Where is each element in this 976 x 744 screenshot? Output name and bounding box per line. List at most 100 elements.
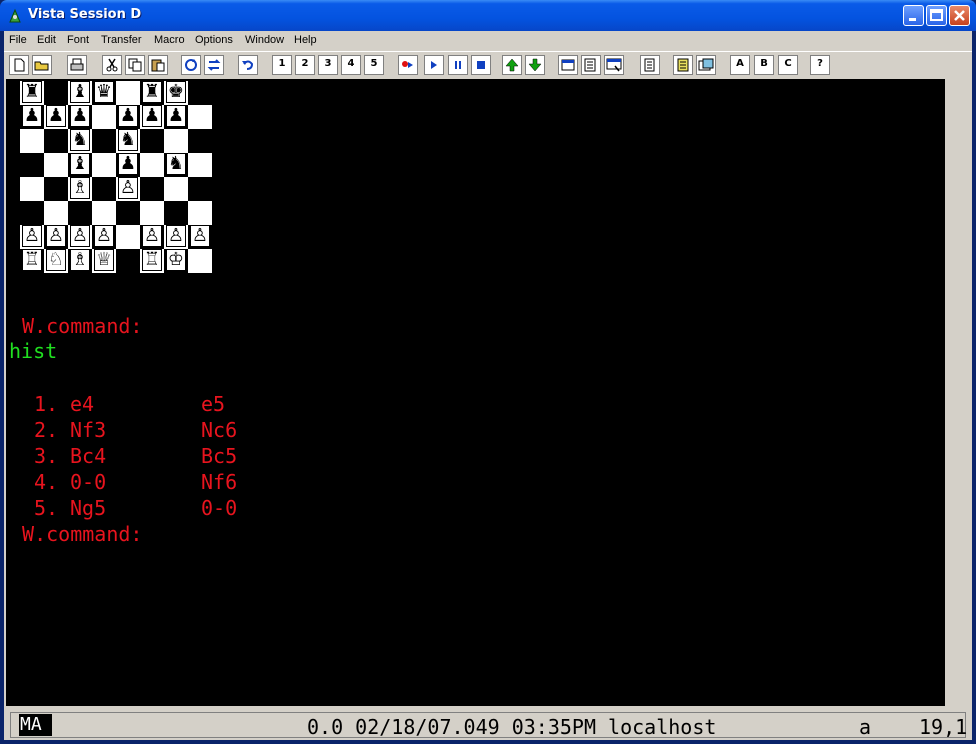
key-b-button[interactable]: B xyxy=(754,55,774,75)
board-square: ♖ xyxy=(140,249,164,273)
board-square: ♞ xyxy=(68,129,92,153)
open-folder-icon xyxy=(34,61,49,71)
chess-piece: ♙ xyxy=(190,225,210,247)
chess-piece: ♟ xyxy=(22,105,42,127)
board-square xyxy=(164,201,188,225)
menu-window[interactable]: Window xyxy=(245,34,284,46)
chess-piece: ♜ xyxy=(22,81,42,103)
copy-button[interactable] xyxy=(125,55,145,75)
notes-button[interactable] xyxy=(673,55,693,75)
board-square xyxy=(44,177,68,201)
board-square xyxy=(20,129,44,153)
board-square: ♞ xyxy=(164,153,188,177)
minimize-button[interactable] xyxy=(903,5,924,26)
board-square: ♚ xyxy=(164,81,188,105)
key-a-button[interactable]: A xyxy=(730,55,750,75)
scroll-up-button[interactable] xyxy=(502,55,522,75)
board-square xyxy=(44,201,68,225)
capture-button[interactable] xyxy=(696,55,716,75)
chess-piece: ♜ xyxy=(142,81,162,103)
board-square xyxy=(188,201,212,225)
macro-4-button[interactable]: 4 xyxy=(341,55,361,75)
board-square xyxy=(164,177,188,201)
vertical-scrollbar[interactable] xyxy=(945,79,970,706)
move-number: 1. xyxy=(34,392,59,416)
transfer-button[interactable] xyxy=(640,55,660,75)
status-bar: MA 0.0 02/18/07.049 03:35PM localhost a … xyxy=(10,712,968,739)
board-square xyxy=(188,249,212,273)
chess-piece: ♟ xyxy=(46,105,66,127)
black-move: Bc5 xyxy=(201,444,238,468)
command-prompt-current: W.command: xyxy=(10,522,143,546)
open-button[interactable] xyxy=(32,55,52,75)
board-square xyxy=(44,153,68,177)
keyboard-map-button[interactable] xyxy=(604,55,624,75)
board-square xyxy=(140,201,164,225)
macro-3-button[interactable]: 3 xyxy=(318,55,338,75)
chess-piece: ♟ xyxy=(70,105,90,127)
maximize-button[interactable] xyxy=(926,5,947,26)
cut-button[interactable] xyxy=(102,55,122,75)
stop-button[interactable] xyxy=(471,55,491,75)
play-icon xyxy=(431,61,437,69)
menu-macro[interactable]: Macro xyxy=(154,34,185,46)
chess-piece: ♞ xyxy=(70,129,90,151)
chess-piece: ♞ xyxy=(166,153,186,175)
board-square: ♟ xyxy=(116,105,140,129)
menu-options[interactable]: Options xyxy=(195,34,233,46)
menu-edit[interactable]: Edit xyxy=(37,34,56,46)
reconnect-icon xyxy=(207,59,221,71)
menu-help[interactable]: Help xyxy=(294,34,317,46)
board-square: ♜ xyxy=(140,81,164,105)
print-button[interactable] xyxy=(67,55,87,75)
macro-2-button[interactable]: 2 xyxy=(295,55,315,75)
command-prompt: W.command: xyxy=(10,314,143,338)
title-bar[interactable]: Vista Session D xyxy=(0,0,976,31)
menu-font[interactable]: Font xyxy=(67,34,89,46)
chess-piece: ♙ xyxy=(94,225,114,247)
new-button[interactable] xyxy=(9,55,29,75)
session-list-button[interactable] xyxy=(581,55,601,75)
pause-button[interactable] xyxy=(448,55,468,75)
board-square: ♙ xyxy=(140,225,164,249)
record-button[interactable] xyxy=(398,55,418,75)
board-square xyxy=(92,129,116,153)
white-move: e4 xyxy=(70,392,95,416)
menu-file[interactable]: File xyxy=(9,34,27,46)
board-square: ♟ xyxy=(140,105,164,129)
macro-4-label: 4 xyxy=(347,58,355,69)
chess-piece: ♘ xyxy=(46,249,66,271)
toolbar: 1 2 3 4 5 A B C ? xyxy=(4,51,972,80)
refresh-button[interactable] xyxy=(181,55,201,75)
macro-5-button[interactable]: 5 xyxy=(364,55,384,75)
board-square: ♜ xyxy=(20,81,44,105)
white-move: 0-0 xyxy=(70,470,107,494)
typed-command: hist xyxy=(9,339,58,363)
terminal-screen[interactable]: ♜ ♝ ♛ ♜ ♚ ♟ ♟ ♟ ♟ ♟ ♟ ♞ ♞ ♝ ♟ ♞ ♗ ♙ ♙ ♙ ♙ ♙ ♙ ♙ ♙ ♖ ♘ ♗ ♕ ♖ ♔ W.comman… xyxy=(6,79,945,706)
close-button[interactable] xyxy=(949,5,970,26)
close-icon xyxy=(954,10,965,21)
session-properties-button[interactable] xyxy=(558,55,578,75)
board-square: ♟ xyxy=(164,105,188,129)
key-c-button[interactable]: C xyxy=(778,55,798,75)
play-button[interactable] xyxy=(424,55,444,75)
board-square: ♘ xyxy=(44,249,68,273)
chess-piece: ♗ xyxy=(70,249,90,271)
chess-piece: ♝ xyxy=(70,153,90,175)
help-button[interactable]: ? xyxy=(810,55,830,75)
reconnect-button[interactable] xyxy=(204,55,224,75)
paste-button[interactable] xyxy=(148,55,168,75)
chess-piece: ♙ xyxy=(70,225,90,247)
menu-transfer[interactable]: Transfer xyxy=(101,34,142,46)
copy-icon xyxy=(128,58,142,72)
undo-button[interactable] xyxy=(238,55,258,75)
macro-1-button[interactable]: 1 xyxy=(272,55,292,75)
window-frame: File Edit Font Transfer Macro Options Wi… xyxy=(4,31,972,740)
cursor-position: 19,1 xyxy=(919,715,968,739)
scroll-down-button[interactable] xyxy=(525,55,545,75)
properties-icon xyxy=(561,59,575,71)
board-square xyxy=(116,249,140,273)
list-icon xyxy=(584,58,596,72)
chess-piece: ♟ xyxy=(118,105,138,127)
board-square: ♗ xyxy=(68,249,92,273)
